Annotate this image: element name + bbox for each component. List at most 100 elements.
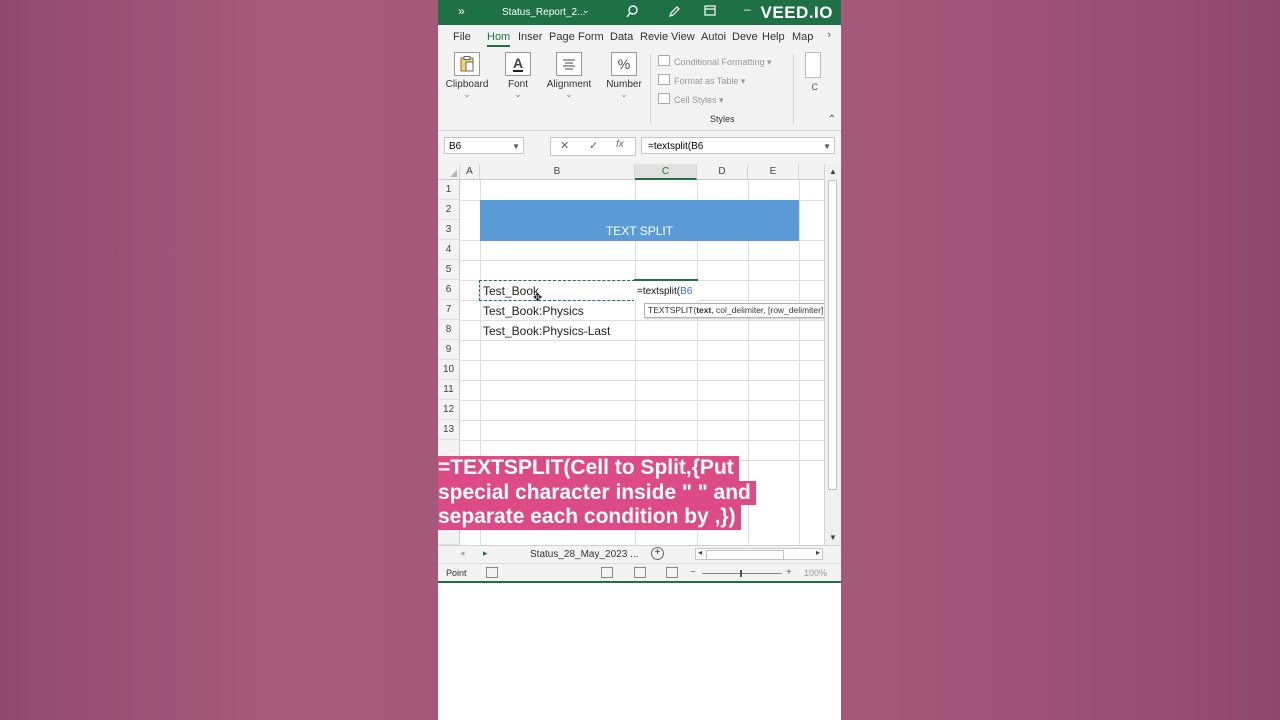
row-header-13[interactable]: 13	[438, 420, 460, 440]
sheet-tab-active[interactable]: Status_28_May_2023 ...	[526, 546, 642, 563]
number-group[interactable]: % Number ⌄	[604, 52, 644, 99]
row-header-6[interactable]: 6	[438, 280, 460, 300]
cell-b8[interactable]: Test_Book:Physics-Last	[483, 324, 610, 338]
minimize-icon[interactable]: –	[744, 2, 751, 16]
chevron-down-icon[interactable]: ⌄	[582, 5, 590, 16]
row-header-10[interactable]: 10	[438, 360, 460, 380]
number-label: Number	[606, 79, 642, 90]
row-header-5[interactable]: 5	[438, 260, 460, 280]
column-header-a[interactable]: A	[460, 164, 480, 180]
excel-window: » Status_Report_2... ⌄ – VEED.IO File Ho…	[438, 0, 841, 720]
window-icon[interactable]	[704, 5, 716, 19]
row-header-1[interactable]: 1	[438, 180, 460, 200]
add-sheet-icon[interactable]: +	[651, 547, 664, 560]
status-bar: Point − + 100%	[438, 563, 841, 583]
clipboard-icon	[454, 52, 480, 76]
clipboard-label: Clipboard	[445, 79, 489, 90]
scroll-right-icon[interactable]: ▸	[816, 548, 820, 557]
tab-home[interactable]: Hom	[487, 31, 511, 47]
chevron-down-icon[interactable]: ▼	[823, 138, 831, 155]
macro-record-icon[interactable]	[486, 567, 498, 578]
caption-line-1: =TEXTSPLIT(Cell to Split,{Put	[438, 456, 739, 481]
formula-input[interactable]: =textsplit(B6 ▼	[641, 137, 835, 154]
tab-help[interactable]: Help	[762, 31, 785, 43]
table-icon	[658, 74, 670, 85]
tab-page-layout[interactable]: Page	[549, 31, 575, 43]
row-header-11[interactable]: 11	[438, 380, 460, 400]
scroll-thumb[interactable]	[706, 550, 784, 560]
row-header-9[interactable]: 9	[438, 340, 460, 360]
prev-sheet-icon[interactable]: ◂	[460, 548, 465, 559]
zoom-slider-knob[interactable]	[740, 570, 742, 577]
chevron-down-icon[interactable]: ▼	[512, 138, 520, 155]
row-header-12[interactable]: 12	[438, 400, 460, 420]
tab-review[interactable]: Revie	[640, 31, 668, 43]
row-header-3[interactable]: 3	[438, 220, 460, 240]
gridline	[460, 320, 824, 321]
tab-map[interactable]: Map	[792, 31, 813, 43]
gridline	[460, 380, 824, 381]
column-header-c[interactable]: C	[635, 164, 697, 180]
search-icon[interactable]	[626, 5, 638, 21]
scroll-left-icon[interactable]: ◂	[698, 548, 702, 557]
title-cell[interactable]: TEXT SPLIT	[480, 200, 799, 241]
zoom-slider[interactable]	[702, 570, 782, 577]
ribbon-divider	[650, 54, 651, 124]
cell-b6[interactable]: Test_Book	[483, 284, 539, 298]
tab-file[interactable]: File	[453, 31, 471, 43]
chevron-down-icon: ⌄	[620, 90, 628, 99]
background-right	[841, 0, 1280, 720]
next-sheet-icon[interactable]: ▸	[483, 548, 488, 559]
format-as-table-button[interactable]: Format as Table ▾	[658, 74, 745, 87]
collapse-ribbon-icon[interactable]: ⌃	[828, 114, 836, 125]
enter-icon[interactable]: ✓	[589, 139, 598, 152]
more-icon[interactable]: »	[458, 4, 465, 18]
row-header-2[interactable]: 2	[438, 200, 460, 220]
gridline	[460, 260, 824, 261]
cell-b7[interactable]: Test_Book:Physics	[483, 304, 584, 318]
column-header-e[interactable]: E	[748, 164, 799, 180]
alignment-group[interactable]: Alignment ⌄	[545, 52, 593, 99]
chevron-down-icon: ⌄	[514, 90, 522, 99]
cell-c6-active[interactable]: =textsplit(B6	[634, 279, 698, 301]
normal-view-icon[interactable]	[601, 567, 613, 578]
zoom-percent[interactable]: 100%	[804, 568, 827, 578]
cell-styles-button[interactable]: Cell Styles ▾	[658, 93, 724, 106]
row-header-7[interactable]: 7	[438, 300, 460, 320]
font-group[interactable]: A Font ⌄	[499, 52, 537, 99]
cancel-icon[interactable]: ✕	[560, 139, 569, 152]
document-title[interactable]: Status_Report_2...	[502, 7, 585, 18]
scroll-up-icon[interactable]: ▲	[829, 167, 837, 176]
tab-insert[interactable]: Inser	[518, 31, 542, 43]
tab-automate[interactable]: Autoi	[701, 31, 726, 43]
row-header-4[interactable]: 4	[438, 240, 460, 260]
page-layout-view-icon[interactable]	[634, 567, 646, 578]
conditional-formatting-button[interactable]: Conditional Formatting ▾	[658, 55, 772, 68]
name-box[interactable]: B6 ▼	[444, 137, 524, 154]
tab-formulas[interactable]: Form	[578, 31, 604, 43]
pen-icon[interactable]	[668, 5, 680, 21]
cells-group-icon[interactable]	[805, 52, 821, 78]
ribbon-divider	[793, 54, 794, 124]
clipboard-group[interactable]: Clipboard ⌄	[444, 52, 490, 99]
page-break-view-icon[interactable]	[666, 567, 678, 578]
column-header-d[interactable]: D	[697, 164, 748, 180]
conditional-formatting-icon	[658, 55, 670, 66]
status-mode: Point	[446, 568, 467, 578]
column-header-f[interactable]	[799, 164, 824, 180]
chevron-right-icon[interactable]: ›	[827, 29, 831, 41]
font-icon: A	[505, 52, 531, 76]
tab-developer[interactable]: Deve	[732, 31, 758, 43]
scroll-down-icon[interactable]: ▼	[829, 533, 837, 542]
select-all-corner[interactable]	[438, 164, 460, 180]
zoom-out-button[interactable]: −	[690, 567, 696, 578]
horizontal-scrollbar[interactable]: ◂ ▸	[695, 548, 823, 560]
insert-function-icon[interactable]: fx	[616, 139, 624, 150]
scroll-thumb[interactable]	[828, 180, 837, 490]
vertical-scrollbar[interactable]: ▲ ▼	[824, 164, 841, 545]
zoom-in-button[interactable]: +	[786, 567, 792, 578]
tab-data[interactable]: Data	[610, 31, 633, 43]
tab-view[interactable]: View	[671, 31, 695, 43]
row-header-8[interactable]: 8	[438, 320, 460, 340]
column-header-b[interactable]: B	[480, 164, 635, 180]
